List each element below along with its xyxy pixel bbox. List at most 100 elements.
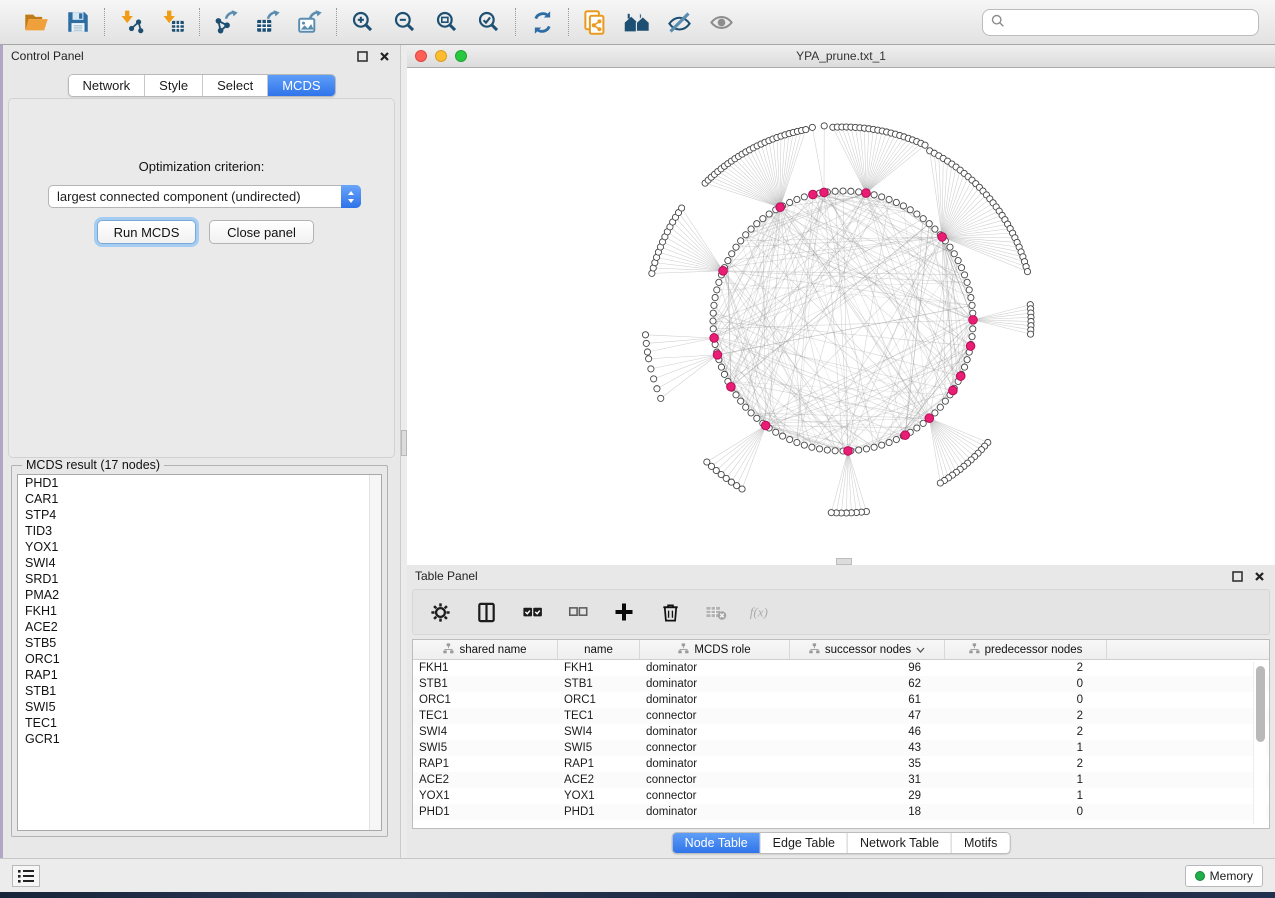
leaf-node[interactable] bbox=[643, 340, 649, 346]
ring-node[interactable] bbox=[714, 287, 720, 293]
column-header-predecessor-nodes[interactable]: predecessor nodes bbox=[945, 640, 1107, 659]
dominator-node[interactable] bbox=[956, 372, 965, 381]
dominator-node[interactable] bbox=[710, 334, 719, 343]
ring-node[interactable] bbox=[969, 334, 975, 340]
mcds-result-item[interactable]: TID3 bbox=[18, 523, 381, 539]
dominator-node[interactable] bbox=[901, 431, 910, 440]
ring-node[interactable] bbox=[932, 226, 938, 232]
dominator-node[interactable] bbox=[949, 386, 958, 395]
dominator-node[interactable] bbox=[862, 189, 871, 198]
zoom-fit-icon[interactable] bbox=[433, 8, 461, 36]
network-canvas[interactable] bbox=[407, 68, 1275, 565]
table-cell[interactable]: 2 bbox=[945, 662, 1107, 674]
close-table-panel-icon[interactable] bbox=[1251, 568, 1267, 584]
ring-node[interactable] bbox=[794, 439, 800, 445]
ring-node[interactable] bbox=[968, 294, 974, 300]
select-all-icon[interactable] bbox=[519, 599, 545, 625]
ring-node[interactable] bbox=[856, 447, 862, 453]
dominator-node[interactable] bbox=[966, 342, 975, 351]
ring-node[interactable] bbox=[947, 244, 953, 250]
ring-node[interactable] bbox=[754, 415, 760, 421]
ring-node[interactable] bbox=[955, 257, 961, 263]
ring-node[interactable] bbox=[951, 251, 957, 257]
leaf-node[interactable] bbox=[651, 376, 657, 382]
ring-node[interactable] bbox=[711, 302, 717, 308]
table-cell[interactable]: ORC1 bbox=[413, 694, 558, 706]
import-network-icon[interactable] bbox=[117, 8, 145, 36]
ring-node[interactable] bbox=[966, 287, 972, 293]
tab-motifs[interactable]: Motifs bbox=[952, 833, 1009, 853]
mcds-result-item[interactable]: PMA2 bbox=[18, 587, 381, 603]
leaf-node[interactable] bbox=[821, 123, 827, 129]
ring-node[interactable] bbox=[748, 226, 754, 232]
table-scrollbar-thumb[interactable] bbox=[1256, 666, 1265, 742]
import-table-icon[interactable] bbox=[159, 8, 187, 36]
mcds-result-item[interactable]: SWI5 bbox=[18, 699, 381, 715]
mcds-result-item[interactable]: FKH1 bbox=[18, 603, 381, 619]
ring-node[interactable] bbox=[743, 232, 749, 238]
add-column-icon[interactable] bbox=[611, 599, 637, 625]
ring-node[interactable] bbox=[710, 310, 716, 316]
ring-node[interactable] bbox=[964, 279, 970, 285]
tab-edge-table[interactable]: Edge Table bbox=[761, 833, 848, 853]
ring-node[interactable] bbox=[716, 279, 722, 285]
mcds-result-item[interactable]: GCR1 bbox=[18, 731, 381, 747]
table-cell[interactable]: YOX1 bbox=[558, 790, 640, 802]
table-row[interactable]: ORC1ORC1dominator610 bbox=[413, 692, 1269, 708]
table-cell[interactable]: dominator bbox=[640, 694, 790, 706]
table-cell[interactable]: SWI5 bbox=[413, 742, 558, 754]
vertical-splitter[interactable] bbox=[400, 45, 407, 858]
table-cell[interactable]: 2 bbox=[945, 758, 1107, 770]
close-panel-button[interactable]: Close panel bbox=[209, 220, 314, 244]
horizontal-splitter-handle[interactable] bbox=[836, 558, 852, 565]
ring-node[interactable] bbox=[893, 199, 899, 205]
ring-node[interactable] bbox=[754, 221, 760, 227]
table-cell[interactable]: YOX1 bbox=[413, 790, 558, 802]
table-cell[interactable]: ACE2 bbox=[558, 774, 640, 786]
table-cell[interactable]: RAP1 bbox=[413, 758, 558, 770]
mcds-result-item[interactable]: CAR1 bbox=[18, 491, 381, 507]
table-scrollbar[interactable] bbox=[1253, 662, 1266, 824]
table-cell[interactable]: dominator bbox=[640, 662, 790, 674]
ring-node[interactable] bbox=[961, 364, 967, 370]
ring-node[interactable] bbox=[712, 294, 718, 300]
leaf-node[interactable] bbox=[803, 126, 809, 132]
table-cell[interactable]: 1 bbox=[945, 742, 1107, 754]
ring-node[interactable] bbox=[914, 425, 920, 431]
ring-node[interactable] bbox=[760, 216, 766, 222]
table-cell[interactable]: PHD1 bbox=[413, 806, 558, 818]
mcds-result-item[interactable]: TEC1 bbox=[18, 715, 381, 731]
refresh-icon[interactable] bbox=[528, 8, 556, 36]
ring-node[interactable] bbox=[914, 211, 920, 217]
leaf-node[interactable] bbox=[1024, 268, 1030, 274]
table-cell[interactable]: dominator bbox=[640, 678, 790, 690]
search-input[interactable] bbox=[1011, 15, 1250, 30]
ring-node[interactable] bbox=[824, 447, 830, 453]
ring-node[interactable] bbox=[801, 442, 807, 448]
criterion-dropdown[interactable]: largest connected component (undirected) bbox=[48, 185, 361, 208]
leaf-node[interactable] bbox=[648, 366, 654, 372]
ring-node[interactable] bbox=[710, 326, 716, 332]
search-box[interactable] bbox=[982, 9, 1259, 36]
ring-node[interactable] bbox=[840, 188, 846, 194]
network-graph[interactable] bbox=[407, 68, 1275, 565]
ring-node[interactable] bbox=[718, 364, 724, 370]
delete-column-icon[interactable] bbox=[657, 599, 683, 625]
ring-node[interactable] bbox=[721, 371, 727, 377]
mcds-result-item[interactable]: PHD1 bbox=[18, 475, 381, 491]
mcds-result-item[interactable]: ACE2 bbox=[18, 619, 381, 635]
table-cell[interactable]: ACE2 bbox=[413, 774, 558, 786]
leaf-node[interactable] bbox=[644, 349, 650, 355]
dominator-node[interactable] bbox=[844, 447, 853, 456]
tab-mcds[interactable]: MCDS bbox=[268, 75, 334, 96]
ring-node[interactable] bbox=[920, 216, 926, 222]
save-session-icon[interactable] bbox=[64, 8, 92, 36]
mcds-result-list[interactable]: PHD1CAR1STP4TID3YOX1SWI4SRD1PMA2FKH1ACE2… bbox=[17, 474, 382, 831]
zoom-selected-icon[interactable] bbox=[475, 8, 503, 36]
settings-gear-icon[interactable] bbox=[427, 599, 453, 625]
ring-node[interactable] bbox=[733, 392, 739, 398]
table-cell[interactable]: 61 bbox=[790, 694, 945, 706]
ring-node[interactable] bbox=[970, 326, 976, 332]
tab-select[interactable]: Select bbox=[203, 75, 268, 96]
ring-node[interactable] bbox=[779, 433, 785, 439]
